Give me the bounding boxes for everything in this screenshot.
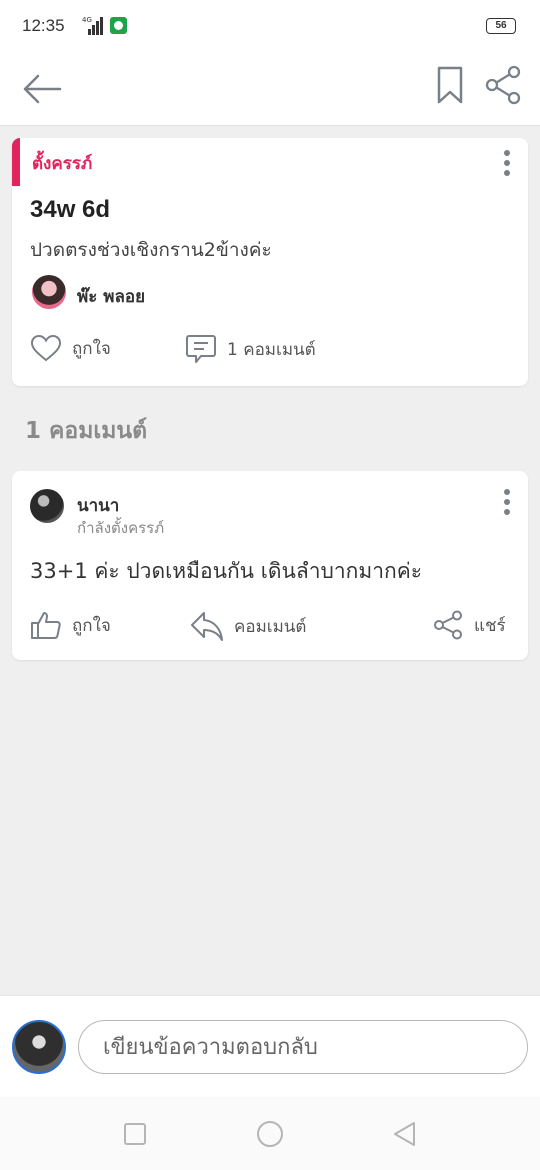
home-button[interactable] (255, 1119, 285, 1149)
app-bar (0, 52, 540, 126)
post-like-label: ถูกใจ (72, 338, 111, 359)
comment-reply-button[interactable]: คอมเมนต์ (190, 610, 306, 642)
comment-like-label: ถูกใจ (72, 615, 111, 636)
commenter-name[interactable]: นานา (77, 492, 119, 519)
post-comment-count: 1 คอมเมนต์ (227, 339, 316, 360)
signal-icon: 4G (80, 16, 104, 35)
comment-card: นานา กำลังตั้งครรภ์ 33+1 ค่ะ ปวดเหมือนกั… (12, 471, 528, 660)
share-icon (434, 610, 462, 640)
system-back-button[interactable] (390, 1119, 420, 1149)
category-accent (12, 138, 20, 186)
post-body: ปวดตรงช่วงเชิงกราน2ข้างค่ะ (30, 239, 272, 261)
app-notification-icon (110, 17, 127, 34)
comments-section-title: 1 คอมเมนต์ (25, 418, 148, 444)
reply-icon (191, 612, 223, 641)
current-user-avatar[interactable] (12, 1020, 66, 1074)
triangle-back-icon (394, 1122, 415, 1146)
post-comment-button[interactable]: 1 คอมเมนต์ (185, 334, 316, 364)
recent-apps-button[interactable] (120, 1119, 150, 1149)
comment-reply-label: คอมเมนต์ (234, 616, 307, 637)
comment-like-button[interactable]: ถูกใจ (30, 610, 111, 640)
circle-icon (257, 1121, 283, 1147)
post-card: ตั้งครรภ์ 34w 6d ปวดตรงช่วงเชิงกราน2ข้าง… (12, 138, 528, 386)
network-type: 4G (82, 16, 92, 24)
status-bar: 12:35 4G 56 (0, 0, 540, 52)
reply-composer (0, 995, 540, 1097)
thumbs-up-icon (31, 612, 61, 639)
commenter-avatar[interactable] (30, 489, 64, 523)
bookmark-icon (437, 66, 463, 104)
post-like-button[interactable]: ถูกใจ (30, 334, 111, 362)
battery-icon: 56 (486, 18, 516, 34)
status-time: 12:35 (22, 16, 65, 35)
post-category[interactable]: ตั้งครรภ์ (32, 150, 92, 177)
post-more-button[interactable] (494, 148, 518, 178)
comment-share-label: แชร์ (474, 615, 506, 636)
square-icon (124, 1123, 146, 1145)
comment-more-button[interactable] (494, 487, 518, 517)
battery-level: 56 (495, 20, 507, 31)
comment-share-button[interactable]: แชร์ (432, 610, 506, 640)
back-button[interactable] (20, 67, 64, 111)
comment-icon (186, 335, 216, 363)
share-icon (485, 65, 521, 105)
author-avatar[interactable] (32, 275, 66, 309)
author-name[interactable]: พ๊ะ พลอย (77, 283, 145, 310)
post-title: 34w 6d (30, 196, 111, 223)
system-nav-bar (0, 1097, 540, 1170)
reply-input[interactable] (78, 1020, 528, 1074)
commenter-status: กำลังตั้งครรภ์ (77, 519, 165, 537)
heart-icon (30, 334, 62, 362)
share-button[interactable] (482, 65, 524, 105)
arrow-left-icon (23, 74, 62, 104)
bookmark-button[interactable] (433, 65, 467, 105)
comment-body: 33+1 ค่ะ ปวดเหมือนกัน เดินลำบากมากค่ะ (30, 559, 423, 583)
